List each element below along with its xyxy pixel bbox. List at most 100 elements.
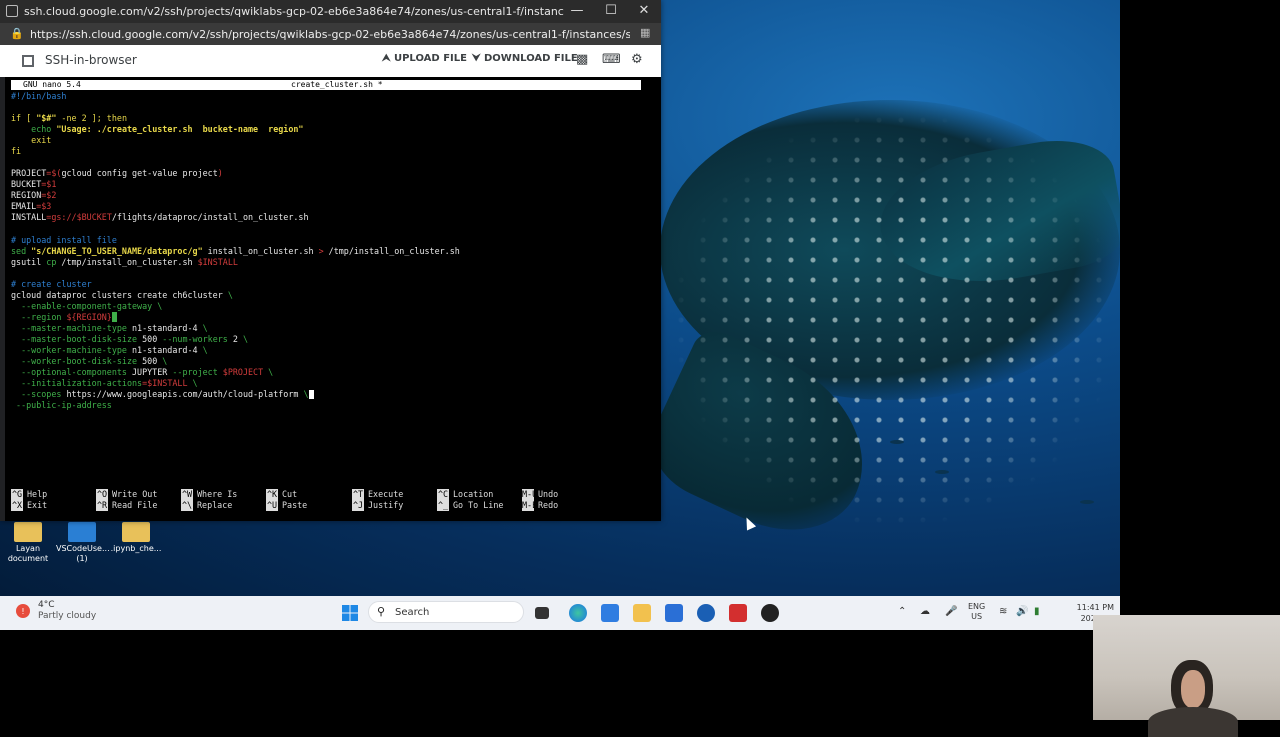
settings-gear-icon[interactable]: ⚙	[631, 52, 643, 67]
window-titlebar[interactable]: ssh.cloud.google.com/v2/ssh/projects/qwi…	[0, 0, 661, 23]
taskbar: ! 4°C Partly cloudy ⚲ Search ⌃ ☁ 🎤 ENG U…	[0, 596, 1120, 630]
shortcut-key: ^T	[352, 489, 364, 500]
code-token: ${REGION}	[66, 312, 112, 322]
search-icon: ⚲	[377, 605, 386, 618]
code-line: --initialization-actions=$INSTALL \	[11, 378, 198, 389]
language-code: ENG	[968, 602, 986, 611]
webcam-person-body	[1148, 707, 1238, 737]
shortcut-key: ^J	[352, 500, 364, 511]
code-token: gcloud dataproc clusters create ch6clust…	[11, 290, 228, 300]
battery-icon[interactable]: ▮	[1034, 606, 1040, 617]
task-view-icon[interactable]	[535, 607, 549, 619]
code-token: gcloud config get-value project	[61, 168, 218, 178]
code-token: gsutil	[11, 257, 47, 267]
shortcut-label: Write Out	[112, 489, 158, 499]
tray-chevron-icon[interactable]: ⌃	[898, 606, 906, 617]
feedback-icon[interactable]: ▩	[576, 52, 588, 67]
code-token: =$2	[41, 190, 57, 200]
edge-browser-icon[interactable]	[569, 604, 587, 622]
wifi-icon[interactable]: ≋	[999, 606, 1007, 617]
code-token: \	[187, 378, 198, 388]
code-token: )	[217, 168, 223, 178]
lock-icon: 🔒	[10, 27, 24, 40]
code-token: /tmp/install_on_cluster.sh	[56, 257, 198, 267]
code-line: PROJECT=$(gcloud config get-value projec…	[11, 168, 223, 179]
address-url[interactable]: https://ssh.cloud.google.com/v2/ssh/proj…	[30, 28, 630, 41]
app-icon[interactable]	[601, 604, 619, 622]
desktop-icon-vscode[interactable]: VSCodeUse... (1)	[56, 522, 110, 564]
code-line: INSTALL=gs://$BUCKET/flights/dataproc/in…	[11, 212, 309, 223]
code-token: if [	[11, 113, 37, 123]
shortcut-exit: ^X Exit	[11, 500, 47, 511]
shortcut-write-out: ^O Write Out	[96, 489, 157, 500]
desktop-icon-ipynb[interactable]: .ipynb_che...	[110, 522, 162, 554]
code-line: --worker-boot-disk-size 500 \	[11, 356, 167, 367]
download-file-button[interactable]: ⮟ DOWNLOAD FILE	[472, 53, 578, 64]
upload-label: UPLOAD FILE	[393, 53, 467, 64]
code-line: echo "Usage: ./create_cluster.sh bucket-…	[11, 124, 303, 135]
screen: Layan document VSCodeUse... (1) .ipynb_c…	[0, 0, 1120, 630]
code-token: /flights/dataproc/install_on_cluster.sh	[111, 212, 309, 222]
code-token: --scopes	[11, 389, 67, 399]
code-line: --scopes https://www.googleapis.com/auth…	[11, 389, 314, 400]
code-token: --worker-boot-disk-size	[11, 356, 143, 366]
code-line: gcloud dataproc clusters create ch6clust…	[11, 290, 233, 301]
desktop-icon-layan-document[interactable]: Layan document	[2, 522, 54, 564]
wallpaper-spots	[670, 110, 1120, 530]
search-label: Search	[395, 607, 430, 618]
code-line: gsutil cp /tmp/install_on_cluster.sh $IN…	[11, 257, 238, 268]
shortcut-execute: ^T Execute	[352, 489, 403, 500]
minimize-button[interactable]: —	[565, 3, 589, 21]
svg-text:!: !	[21, 607, 24, 616]
code-token: --worker-machine-type	[11, 345, 133, 355]
dell-icon[interactable]	[697, 604, 715, 622]
windows-start-icon[interactable]	[341, 604, 359, 622]
wallpaper-fish	[1080, 500, 1094, 504]
close-button[interactable]: ✕	[632, 3, 656, 21]
code-token: INSTALL	[11, 212, 47, 222]
shortcut-label: Help	[27, 489, 48, 499]
code-token: --master-machine-type	[11, 323, 133, 333]
address-bar[interactable]: 🔒 https://ssh.cloud.google.com/v2/ssh/pr…	[0, 23, 661, 45]
store-icon[interactable]	[665, 604, 683, 622]
microphone-icon[interactable]: 🎤	[945, 606, 957, 617]
code-token: =$1	[41, 179, 57, 189]
code-line: --public-ip-address	[11, 400, 112, 410]
extension-icon[interactable]: ▦	[640, 26, 650, 39]
shortcut-key: M-E	[522, 500, 538, 511]
code-token: =$(	[46, 168, 62, 178]
taskbar-search[interactable]: ⚲ Search	[368, 601, 524, 623]
mcafee-icon[interactable]	[729, 604, 747, 622]
code-token: \	[157, 356, 168, 366]
code-line: --master-machine-type n1-standard-4 \	[11, 323, 208, 334]
weather-condition: Partly cloudy	[38, 611, 97, 621]
code-token: n1-standard-4	[132, 345, 198, 355]
code-token: /tmp/install_on_cluster.sh	[323, 246, 460, 256]
shortcut-label: Redo	[538, 500, 559, 510]
shortcut-key: ^G	[11, 489, 23, 500]
language-indicator[interactable]: ENG US	[968, 602, 985, 622]
maximize-button[interactable]: ☐	[599, 3, 623, 21]
shortcut-key: ^R	[96, 500, 108, 511]
code-token: \	[298, 389, 309, 399]
shortcut-key: ^_	[437, 500, 449, 511]
shortcut-label: Exit	[27, 500, 48, 510]
shortcut-where-is: ^W Where Is	[181, 489, 237, 500]
cloud-icon[interactable]: ☁	[920, 606, 930, 617]
upload-icon: ⮝	[382, 53, 391, 64]
code-line: BUCKET=$1	[11, 179, 56, 190]
code-token: --master-boot-disk-size	[11, 334, 143, 344]
code-token: \	[263, 367, 274, 377]
upload-file-button[interactable]: ⮝ UPLOAD FILE	[382, 53, 467, 64]
webcam-overlay	[1093, 615, 1280, 737]
desktop-icon-label: Layan	[15, 544, 41, 553]
keyboard-icon[interactable]: ⌨	[602, 52, 621, 67]
volume-icon[interactable]: 🔊	[1016, 606, 1028, 617]
terminal[interactable]: GNU nano 5.4 create_cluster.sh * #!/bin/…	[5, 77, 661, 521]
shortcut-key: ^C	[437, 489, 449, 500]
code-token: =gs://	[46, 212, 77, 222]
chrome-icon[interactable]	[761, 604, 779, 622]
code-token: =$INSTALL	[142, 378, 188, 388]
shortcut-replace: ^\ Replace	[181, 500, 232, 511]
file-explorer-icon[interactable]	[633, 604, 651, 622]
